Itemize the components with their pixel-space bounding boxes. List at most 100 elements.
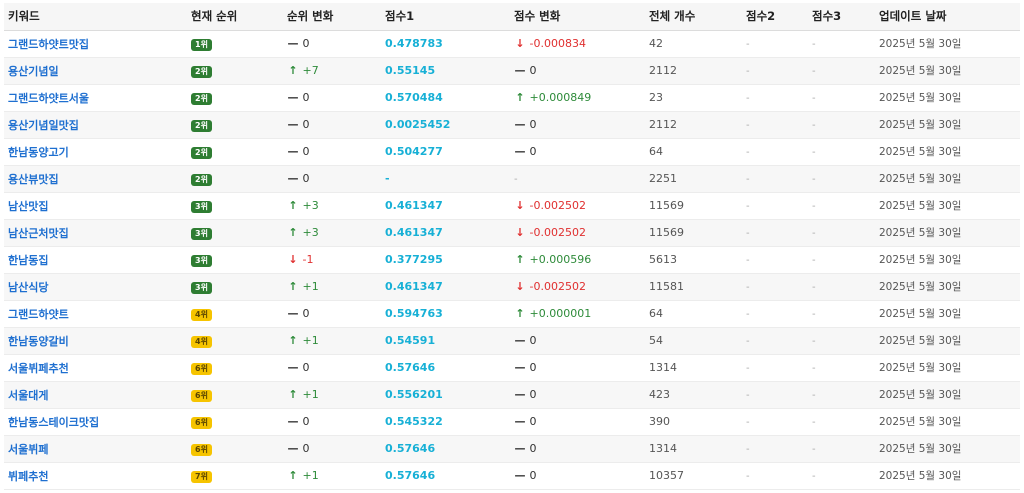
total-value: 390 (649, 415, 670, 428)
table-row[interactable]: 한남동양갈비 4위 ↑ +1 0.54591 — 0 54 - - 2025년 5월 30일 (4, 327, 1020, 355)
score3-cell: - (808, 246, 875, 274)
score-change-value: -0.000834 (529, 37, 586, 50)
table-row[interactable]: 그랜드하얏트서울 2위 — 0 0.570484 ↑ +0.000849 23 - - 2025… (4, 84, 1020, 112)
arrow-up-icon: ↑ (288, 199, 298, 212)
keyword-link[interactable]: 그랜드하얏트 (8, 308, 69, 321)
table-row[interactable]: 남산맛집 3위 ↑ +3 0.461347 ↓ -0.002502 11569 - - 2025… (4, 192, 1020, 220)
score1-cell: 0.55145 (381, 57, 510, 85)
score2-value: - (746, 363, 750, 374)
header-score3[interactable]: 점수3 (808, 3, 875, 31)
rank-change-value: +1 (302, 388, 319, 401)
total-value: 1314 (649, 361, 677, 374)
keyword-link[interactable]: 용산기념일맛집 (8, 119, 79, 132)
updated-cell: 2025년 5월 30일 (875, 327, 1020, 355)
score-change-value: 0 (529, 388, 537, 401)
keyword-link[interactable]: 한남동양갈비 (8, 335, 69, 348)
score3-value: - (812, 255, 816, 266)
score2-cell: - (742, 354, 808, 382)
header-rank-change[interactable]: 순위 변화 (283, 3, 381, 31)
table-row[interactable]: 서울뷔페추천 6위 — 0 0.57646 — 0 1314 - - 2025년 5월 30일 (4, 354, 1020, 382)
score-change-cell: — 0 (510, 327, 645, 355)
table-row[interactable]: 한남동양고기 2위 — 0 0.504277 — 0 64 - - 2025년 5월 30일 (4, 138, 1020, 166)
dash-icon: — (287, 91, 299, 104)
header-rank[interactable]: 현재 순위 (187, 3, 283, 31)
table-row[interactable]: 남산근처맛집 3위 ↑ +3 0.461347 ↓ -0.002502 11569 - - 20… (4, 219, 1020, 247)
total-cell: 11569 (645, 192, 742, 220)
total-cell: 11569 (645, 219, 742, 247)
arrow-down-icon: ↓ (515, 226, 525, 239)
table-row[interactable]: 용산기념일 2위 ↑ +7 0.55145 — 0 2112 - - 2025년 5월 30일 (4, 57, 1020, 85)
rank-change-cell: ↑ +3 (283, 219, 381, 247)
keyword-link[interactable]: 한남동집 (8, 254, 48, 267)
dash-icon: — (287, 145, 299, 158)
rank-change-value: 0 (302, 145, 310, 158)
updated-cell: 2025년 5월 30일 (875, 246, 1020, 274)
dash-icon: — (514, 442, 526, 455)
arrow-up-icon: ↑ (288, 469, 298, 482)
table-row[interactable]: 용산기념일맛집 2위 — 0 0.0025452 — 0 2112 - - 2025년 5월 3… (4, 111, 1020, 139)
rank-change-value: 0 (302, 442, 310, 455)
updated-cell: 2025년 5월 30일 (875, 30, 1020, 58)
score1-value: 0.377295 (385, 253, 443, 266)
score3-cell: - (808, 30, 875, 58)
keyword-link[interactable]: 그랜드하얏트서울 (8, 92, 89, 105)
score1-value: 0.570484 (385, 91, 443, 104)
rank-change-cell: ↑ +1 (283, 462, 381, 490)
keyword-link[interactable]: 용산기념일 (8, 65, 59, 78)
table-row[interactable]: 그랜드하얏트맛집 1위 — 0 0.478783 ↓ -0.000834 42 - - 2025… (4, 30, 1020, 58)
rank-change-value: 0 (302, 91, 310, 104)
header-total[interactable]: 전체 개수 (645, 3, 742, 31)
table-row[interactable]: 서울대게 6위 ↑ +1 0.556201 — 0 423 - - 2025년 5월 30일 (4, 381, 1020, 409)
table-row[interactable]: 남산식당 3위 ↑ +1 0.461347 ↓ -0.002502 11581 - - 2025… (4, 273, 1020, 301)
keyword-link[interactable]: 남산맛집 (8, 200, 48, 213)
score1-cell: 0.57646 (381, 354, 510, 382)
rank-badge: 2위 (191, 146, 212, 159)
score2-value: - (746, 309, 750, 320)
score1-cell: 0.461347 (381, 219, 510, 247)
rank-badge: 2위 (191, 92, 212, 105)
rank-change-cell: ↑ +1 (283, 327, 381, 355)
keyword-link[interactable]: 한남동양고기 (8, 146, 69, 159)
header-score1[interactable]: 점수1 (381, 3, 510, 31)
score1-cell: 0.377295 (381, 246, 510, 274)
keyword-link[interactable]: 남산근처맛집 (8, 227, 69, 240)
header-updated[interactable]: 업데이트 날짜 (875, 3, 1020, 31)
total-cell: 2112 (645, 57, 742, 85)
score3-cell: - (808, 462, 875, 490)
rank-cell: 3위 (187, 246, 283, 274)
dash-icon: — (514, 469, 526, 482)
keyword-link[interactable]: 한남동스테이크맛집 (8, 416, 99, 429)
rank-badge: 6위 (191, 389, 212, 402)
table-row[interactable]: 한남동집 3위 ↓ -1 0.377295 ↑ +0.000596 5613 - - 2025년… (4, 246, 1020, 274)
score2-cell: - (742, 327, 808, 355)
table-row[interactable]: 서울뷔페 6위 — 0 0.57646 — 0 1314 - - 2025년 5월 30일 (4, 435, 1020, 463)
keyword-link[interactable]: 용산뷰맛집 (8, 173, 59, 186)
score3-value: - (812, 390, 816, 401)
dash-icon: — (514, 145, 526, 158)
keyword-link[interactable]: 남산식당 (8, 281, 48, 294)
header-score-change[interactable]: 점수 변화 (510, 3, 645, 31)
updated-value: 2025년 5월 30일 (879, 470, 962, 482)
header-score2[interactable]: 점수2 (742, 3, 808, 31)
table-row[interactable]: 용산뷰맛집 2위 — 0- -2251- -2025년 5월 30일 (4, 165, 1020, 193)
score3-value: - (812, 471, 816, 482)
score-change-cell: — 0 (510, 354, 645, 382)
keyword-link[interactable]: 서울뷔페추천 (8, 362, 69, 375)
header-keyword[interactable]: 키워드 (4, 3, 187, 31)
table-row[interactable]: 그랜드하얏트 4위 — 0 0.594763 ↑ +0.000001 64 - - 2025년 … (4, 300, 1020, 328)
table-row[interactable]: 한남동스테이크맛집 6위 — 0 0.545322 — 0 390 - - 2025년 5월 3… (4, 408, 1020, 436)
keyword-cell: 용산기념일맛집 (4, 111, 187, 139)
score1-cell: 0.556201 (381, 381, 510, 409)
keyword-link[interactable]: 서울뷔페 (8, 443, 48, 456)
keyword-cell: 그랜드하얏트 (4, 300, 187, 328)
dash-icon: — (287, 415, 299, 428)
score2-value: - (746, 255, 750, 266)
updated-value: 2025년 5월 30일 (879, 254, 962, 266)
keyword-link[interactable]: 뷔페추천 (8, 470, 48, 483)
arrow-down-icon: ↓ (515, 199, 525, 212)
keyword-link[interactable]: 그랜드하얏트맛집 (8, 38, 89, 51)
score1-cell: - (381, 165, 510, 193)
score3-cell: - (808, 273, 875, 301)
keyword-link[interactable]: 서울대게 (8, 389, 48, 402)
table-row[interactable]: 뷔페추천 7위 ↑ +1 0.57646 — 0 10357 - - 2025년 5월 30일 (4, 462, 1020, 490)
